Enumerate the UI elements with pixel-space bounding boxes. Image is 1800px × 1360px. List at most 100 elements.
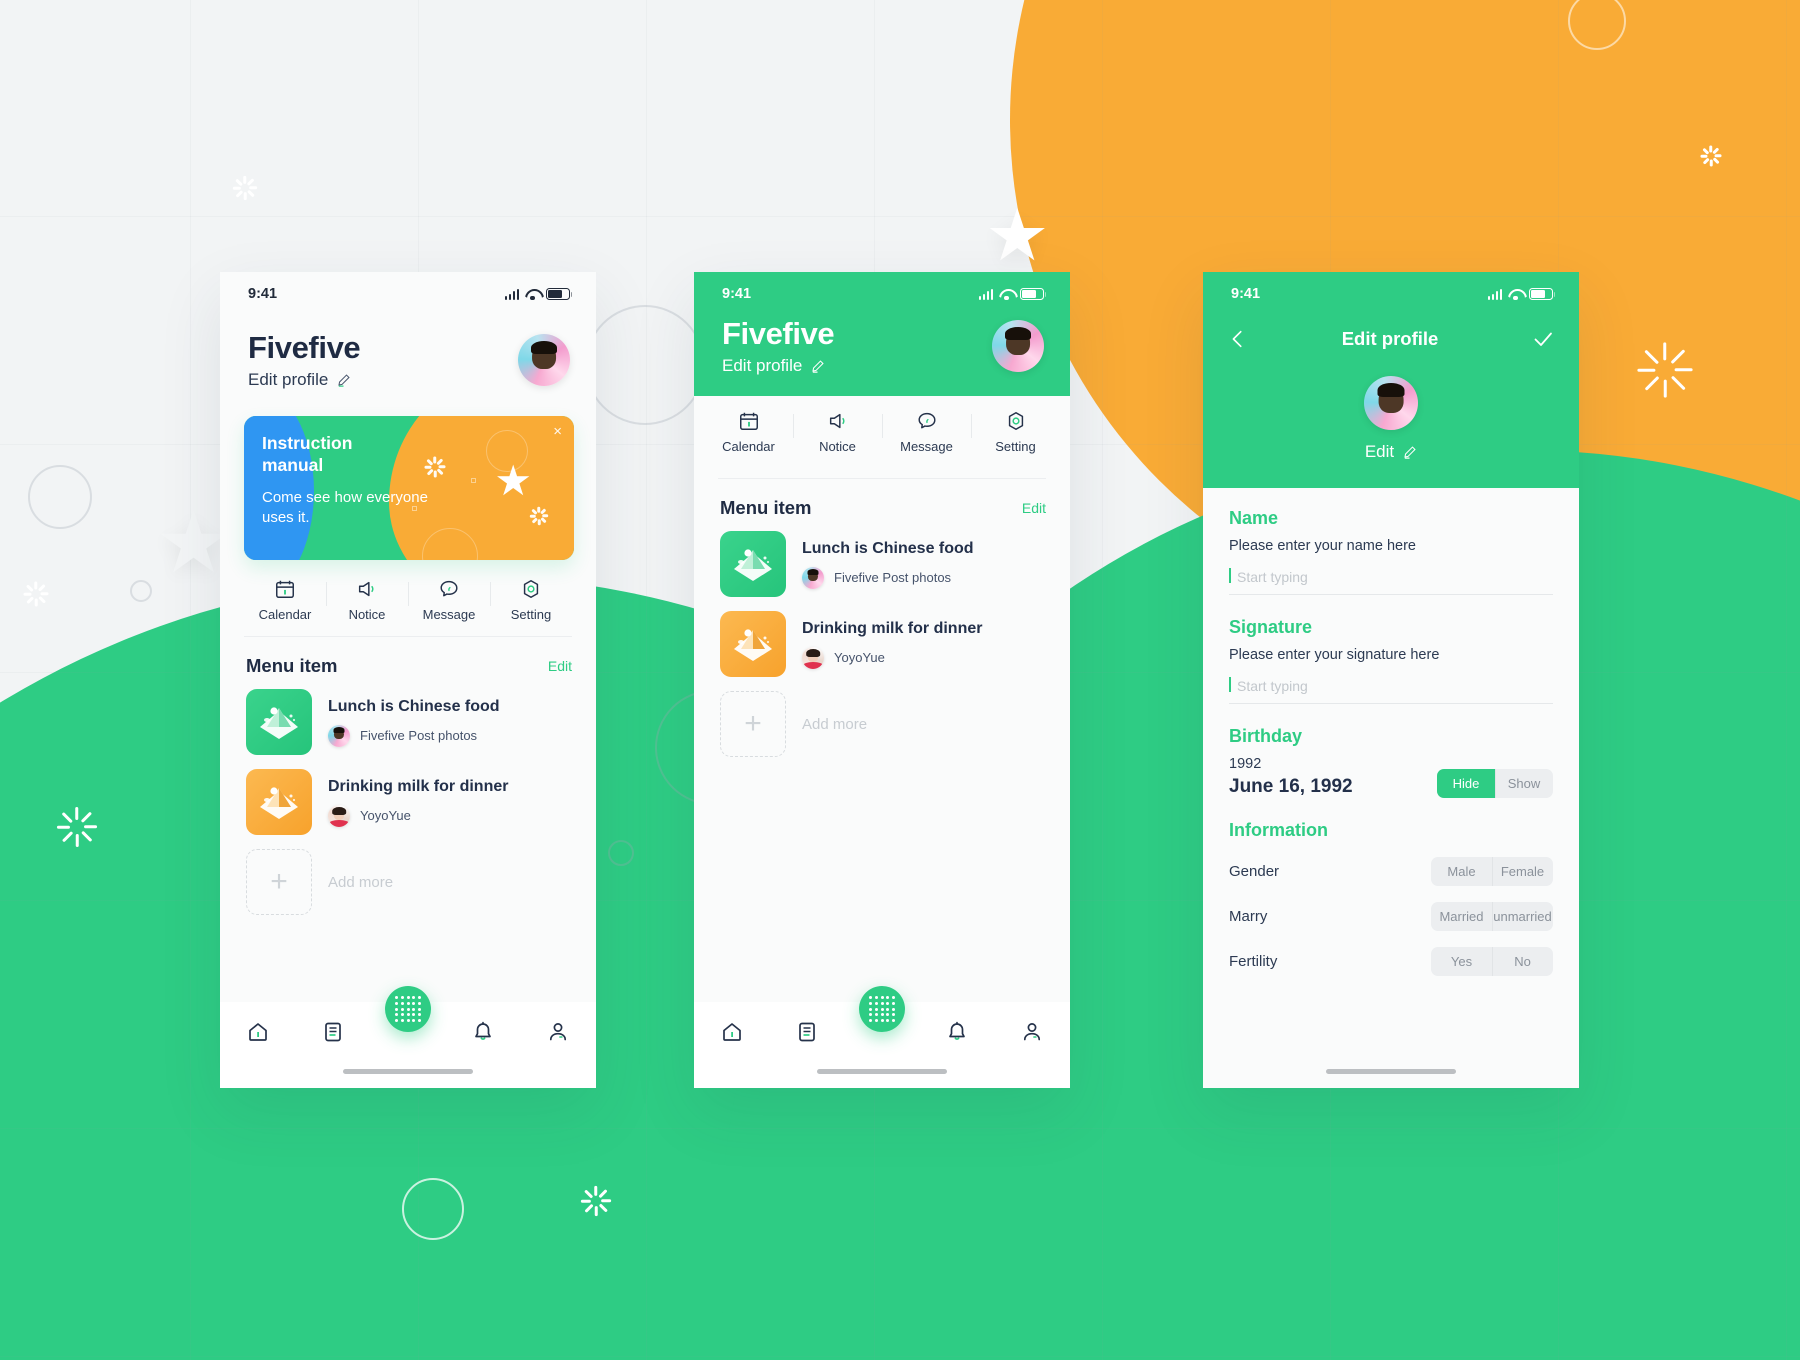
pencil-icon [338, 373, 350, 387]
cellular-signal-icon [978, 288, 993, 300]
add-more-button[interactable]: + [720, 691, 786, 757]
calendar-icon [276, 580, 294, 598]
quicknav-item-setting[interactable]: Setting [971, 410, 1060, 454]
add-more-button[interactable]: + [246, 849, 312, 915]
list-item-title: Drinking milk for dinner [802, 619, 983, 637]
star-decoration-top: ★ [985, 196, 1050, 276]
field-group-birthday: Birthday 1992 June 16, 1992 Hide Show [1229, 726, 1553, 798]
nav-bar: Edit profile [1203, 316, 1579, 358]
list-item-author: YoyoYue [360, 808, 411, 823]
list-item[interactable]: Lunch is Chinese food Fivefive Post phot… [246, 689, 572, 755]
cellular-signal-icon [1487, 288, 1502, 300]
quicknav-item-calendar[interactable]: Calendar [244, 578, 326, 622]
list-item[interactable]: Lunch is Chinese food Fivefive Post phot… [720, 531, 1046, 597]
fertility-toggle[interactable]: Yes No [1431, 947, 1553, 976]
toggle-option-male[interactable]: Male [1431, 857, 1492, 886]
status-time: 9:41 [1231, 286, 1261, 302]
toggle-option-no[interactable]: No [1492, 947, 1553, 976]
info-label: Gender [1229, 863, 1280, 880]
edit-profile-link[interactable]: Edit profile [248, 370, 360, 390]
field-label-birthday: Birthday [1229, 726, 1303, 746]
avatar[interactable] [992, 320, 1044, 372]
home-header: Fivefive Edit profile [694, 316, 1070, 396]
grid-dots-icon[interactable] [859, 986, 905, 1032]
instruction-banner[interactable]: ★ × Instruction manual Come see how ever… [244, 416, 574, 560]
quicknav-item-notice[interactable]: Notice [793, 410, 882, 454]
tab-notifications[interactable] [920, 1020, 995, 1044]
avatar [328, 804, 350, 827]
toggle-option-yes[interactable]: Yes [1431, 947, 1492, 976]
tab-home[interactable] [694, 1020, 769, 1044]
field-label-signature: Signature [1229, 617, 1313, 637]
info-row-gender: Gender Male Female [1229, 857, 1553, 886]
tab-documents[interactable] [769, 1020, 844, 1044]
grid-dots-icon[interactable] [385, 986, 431, 1032]
chat-bubble-icon [440, 580, 458, 597]
toggle-option-female[interactable]: Female [1492, 857, 1553, 886]
wifi-icon [525, 289, 540, 300]
quicknav-label: Notice [348, 607, 386, 622]
bottom-tab-bar [694, 986, 1070, 1088]
grid-dots-glyph [869, 996, 895, 1022]
battery-icon [1020, 288, 1047, 300]
banner-subtitle: Come see how everyone uses it. [262, 488, 428, 527]
home-indicator [817, 1069, 947, 1074]
phone-screen-home: 9:41 Fivefive Edit profile ★ × Instructi… [220, 272, 596, 1088]
edit-avatar-link[interactable]: Edit [1203, 442, 1579, 462]
quicknav-item-message[interactable]: Message [408, 578, 490, 622]
home-indicator [343, 1069, 473, 1074]
menu-list: Lunch is Chinese food Fivefive Post phot… [694, 519, 1070, 757]
chat-bubble-icon [917, 412, 936, 429]
birthday-visibility-toggle[interactable]: Hide Show [1437, 769, 1553, 798]
name-input[interactable]: Start typing [1229, 568, 1553, 595]
app-title: Fivefive [722, 316, 835, 351]
add-more-row[interactable]: + Add more [246, 849, 572, 915]
banner-title: Instruction manual [262, 433, 353, 476]
quick-nav: Calendar Notice Message Setting [244, 578, 572, 622]
quicknav-item-message[interactable]: Message [882, 410, 971, 454]
tab-documents[interactable] [295, 1020, 370, 1044]
list-item-author: Fivefive Post photos [360, 728, 478, 743]
add-more-row[interactable]: + Add more [720, 691, 1046, 757]
marry-toggle[interactable]: Married unmarried [1431, 902, 1553, 931]
page-title: Edit profile [1341, 328, 1439, 349]
avatar[interactable] [1364, 376, 1418, 430]
list-item[interactable]: Drinking milk for dinner YoyoYue [246, 769, 572, 835]
list-item[interactable]: Drinking milk for dinner YoyoYue [720, 611, 1046, 677]
toggle-option-unmarried[interactable]: unmarried [1492, 902, 1553, 931]
status-time: 9:41 [248, 286, 278, 302]
back-chevron-icon[interactable] [1227, 328, 1249, 350]
profile-avatar-block: Edit [1203, 358, 1579, 488]
sparkle-decoration-5 [55, 805, 99, 849]
check-icon[interactable] [1531, 327, 1555, 351]
status-indicators [978, 288, 1047, 300]
tab-profile[interactable] [521, 1020, 596, 1044]
tab-notifications[interactable] [446, 1020, 521, 1044]
phone-screen-edit-profile: 9:41 Edit profile Edit Name Please enter… [1203, 272, 1579, 1088]
toggle-option-hide[interactable]: Hide [1437, 769, 1495, 798]
toggle-option-show[interactable]: Show [1495, 769, 1553, 798]
wifi-icon [1508, 289, 1523, 300]
signature-input[interactable]: Start typing [1229, 677, 1553, 704]
toggle-option-married[interactable]: Married [1431, 902, 1492, 931]
tab-home[interactable] [220, 1020, 295, 1044]
edit-avatar-label: Edit [1364, 442, 1395, 461]
menu-edit-link[interactable]: Edit [548, 658, 572, 674]
quicknav-item-setting[interactable]: Setting [490, 578, 572, 622]
quicknav-label: Setting [510, 607, 552, 622]
sparkle-decoration-3 [1635, 340, 1695, 400]
quicknav-item-notice[interactable]: Notice [326, 578, 408, 622]
edit-profile-link[interactable]: Edit profile [722, 356, 834, 376]
menu-section-title: Menu item [246, 655, 338, 676]
quicknav-item-calendar[interactable]: Calendar [704, 410, 793, 454]
edit-profile-form: Name Please enter your name here Start t… [1203, 488, 1579, 976]
edit-profile-label: Edit profile [722, 356, 803, 375]
thumbnail-orange [246, 769, 312, 835]
list-item-author: Fivefive Post photos [834, 570, 952, 585]
gender-toggle[interactable]: Male Female [1431, 857, 1553, 886]
tab-profile[interactable] [995, 1020, 1070, 1044]
avatar[interactable] [518, 334, 570, 386]
home-icon [722, 1023, 741, 1041]
thumbnail-green [246, 689, 312, 755]
menu-edit-link[interactable]: Edit [1022, 500, 1046, 516]
